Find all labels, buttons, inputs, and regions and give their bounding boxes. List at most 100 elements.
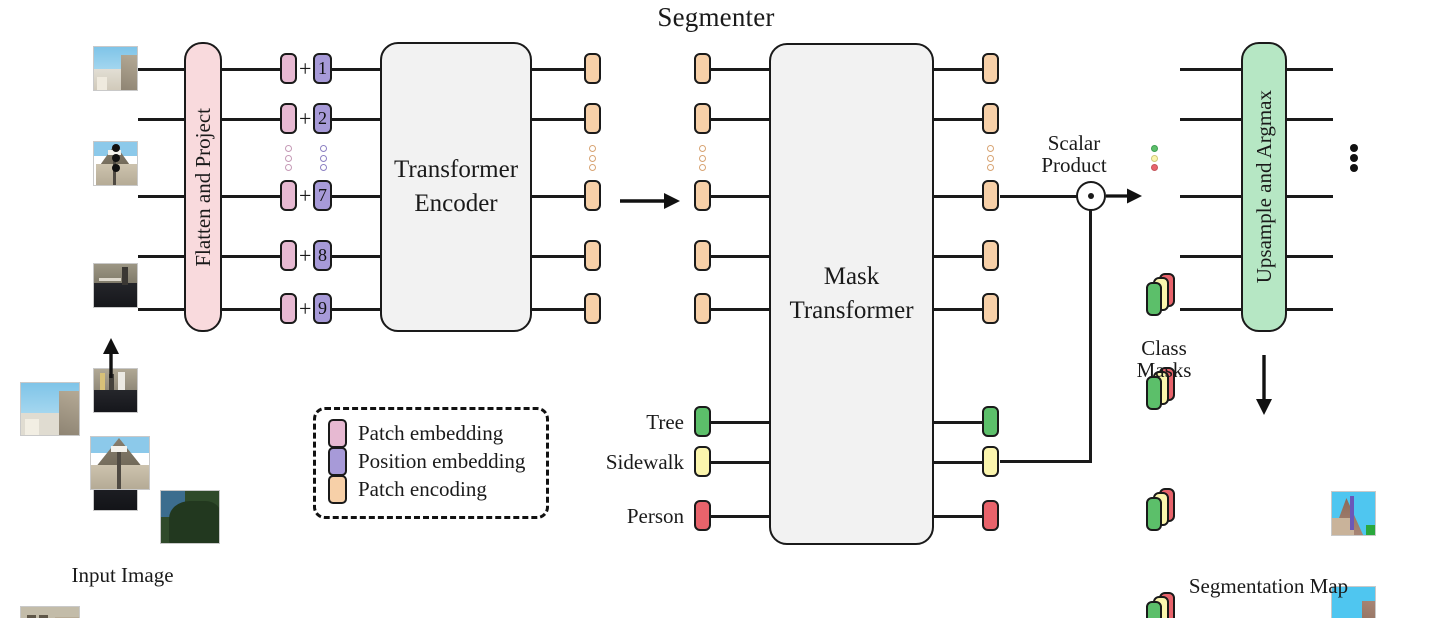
input-patch-ellipsis-icon	[107, 144, 125, 172]
class-token-tree	[694, 406, 711, 437]
position-embedding-token-3: 7	[313, 180, 332, 211]
dot-product-icon	[1076, 181, 1106, 211]
wire-class-token-to-scalar-product-horizontal	[1000, 460, 1092, 463]
position-embedding-token-5: 9	[313, 293, 332, 324]
legend-item-patch-embedding: Patch embedding	[328, 418, 532, 448]
position-embedding-label-5: 9	[318, 298, 327, 318]
wire-to-mask-2	[711, 118, 771, 121]
wire-mask-out-3	[934, 195, 984, 198]
wire-upsample-to-output-1	[1287, 68, 1333, 71]
scalar-product-label-line2: Product	[1041, 153, 1107, 178]
transformer-encoder-label-line2: Encoder	[414, 190, 498, 217]
patch-embedding-token-4	[280, 240, 297, 271]
mask-output-patch-encoding-5	[982, 293, 999, 324]
wire-masks-to-upsample-4	[1180, 255, 1242, 258]
mask-input-patch-encoding-5	[694, 293, 711, 324]
wire-upsample-to-output-2	[1287, 118, 1333, 121]
mask-transformer-label-line1: Mask	[823, 263, 880, 291]
arrow-down-icon	[1253, 355, 1275, 415]
wire-flatten-to-embed-5	[222, 308, 280, 311]
plus-sign-2: +	[299, 106, 312, 131]
wire-mask-out-4	[934, 255, 984, 258]
class-masks-caption-line1: Class	[1141, 336, 1187, 360]
wire-flatten-to-embed-3	[222, 195, 280, 198]
wire-upsample-to-output-3	[1287, 195, 1333, 198]
segmentation-map-caption: Segmentation Map	[1188, 574, 1349, 598]
patch-embedding-token-3	[280, 180, 297, 211]
class-masks-caption-line2: Masks	[1136, 358, 1192, 383]
wire-masks-to-upsample-5	[1180, 308, 1242, 311]
mask-output-ellipsis-icon	[985, 145, 996, 171]
mask-input-ellipsis-icon	[697, 145, 708, 171]
class-mask-stack-4	[1146, 592, 1180, 618]
upsample-and-argmax-label: Upsample and Argmax	[1251, 90, 1276, 284]
wire-embed-to-encoder-2	[332, 118, 382, 121]
wire-class-token-to-scalar-product-vertical	[1089, 196, 1092, 462]
wire-input-to-flatten-5	[138, 308, 186, 311]
wire-flatten-to-embed-1	[222, 68, 280, 71]
class-mask-tree-layer	[1146, 497, 1162, 531]
class-mask-ellipsis-icon	[1149, 145, 1160, 171]
mask-output-patch-encoding-2	[982, 103, 999, 134]
wire-mask-out-tree	[934, 421, 984, 424]
patch-embedding-token-5	[280, 293, 297, 324]
wire-flatten-to-embed-4	[222, 255, 280, 258]
upsample-and-argmax-block: Upsample and Argmax	[1241, 42, 1287, 332]
wire-flatten-to-embed-2	[222, 118, 280, 121]
mask-input-patch-encoding-3	[694, 180, 711, 211]
wire-embed-to-encoder-4	[332, 255, 382, 258]
legend-label-patch-embedding: Patch embedding	[358, 420, 504, 445]
patch-encoding-token-3	[584, 180, 601, 211]
position-embedding-token-2: 2	[313, 103, 332, 134]
plus-sign-3: +	[299, 183, 312, 208]
wire-masks-to-upsample-3	[1180, 195, 1242, 198]
flatten-and-project-block: Flatten and Project	[184, 42, 222, 332]
wire-input-to-flatten-2	[138, 118, 186, 121]
patch-encoding-token-4	[584, 240, 601, 271]
position-embedding-ellipsis-icon	[318, 145, 329, 171]
patch-embedding-token-1	[280, 53, 297, 84]
legend-swatch-position-embedding	[328, 446, 347, 476]
mask-output-patch-encoding-4	[982, 240, 999, 271]
class-masks-caption: Class Masks	[1110, 337, 1218, 381]
wire-to-mask-4	[711, 255, 771, 258]
wire-mask-out-5	[934, 308, 984, 311]
wire-masks-to-upsample-2	[1180, 118, 1242, 121]
wire-mask-out-1	[934, 68, 984, 71]
arrow-up-icon	[100, 338, 122, 378]
class-label-sidewalk: Sidewalk	[605, 450, 684, 474]
wire-to-mask-5	[711, 308, 771, 311]
legend-label-patch-encoding: Patch encoding	[358, 476, 487, 501]
mask-output-patch-encoding-3	[982, 180, 999, 211]
mask-transformer-label-line2: Transformer	[789, 297, 914, 324]
wire-to-mask-sidewalk	[711, 461, 771, 464]
mask-input-patch-encoding-2	[694, 103, 711, 134]
input-patch-row-1	[93, 46, 138, 91]
page-title: Segmenter	[657, 2, 775, 32]
wire-to-mask-person	[711, 515, 771, 518]
wire-embed-to-encoder-5	[332, 308, 382, 311]
position-embedding-label-1: 1	[318, 58, 327, 78]
mask-output-patch-encoding-1	[982, 53, 999, 84]
plus-sign-4: +	[299, 243, 312, 268]
mask-transformer-block: Mask Transformer	[769, 43, 934, 545]
wire-encoding-to-scalar-product	[1000, 195, 1078, 198]
transformer-encoder-block: Transformer Encoder	[380, 42, 532, 332]
plus-sign-1: +	[299, 56, 312, 81]
class-label-person: Person	[626, 504, 684, 528]
transformer-encoder-label-line1: Transformer	[393, 156, 519, 184]
wire-encoder-to-encoding-3	[532, 195, 586, 198]
position-embedding-label-3: 7	[318, 185, 327, 205]
legend-box: Patch embedding Position embedding Patch…	[313, 407, 549, 519]
patch-embedding-token-2	[280, 103, 297, 134]
flatten-and-project-label: Flatten and Project	[190, 107, 215, 267]
output-patch-ellipsis-icon	[1345, 144, 1363, 172]
input-patch-row-3	[93, 263, 138, 308]
scalar-product-label: Scalar Product	[1008, 132, 1140, 176]
wire-encoder-to-encoding-5	[532, 308, 586, 311]
wire-input-to-flatten-4	[138, 255, 186, 258]
patch-embedding-ellipsis-icon	[283, 145, 294, 171]
input-grid-cell-1-3	[160, 490, 220, 544]
class-mask-tree-layer	[1146, 601, 1162, 618]
input-grid-cell-1-2	[90, 436, 150, 490]
